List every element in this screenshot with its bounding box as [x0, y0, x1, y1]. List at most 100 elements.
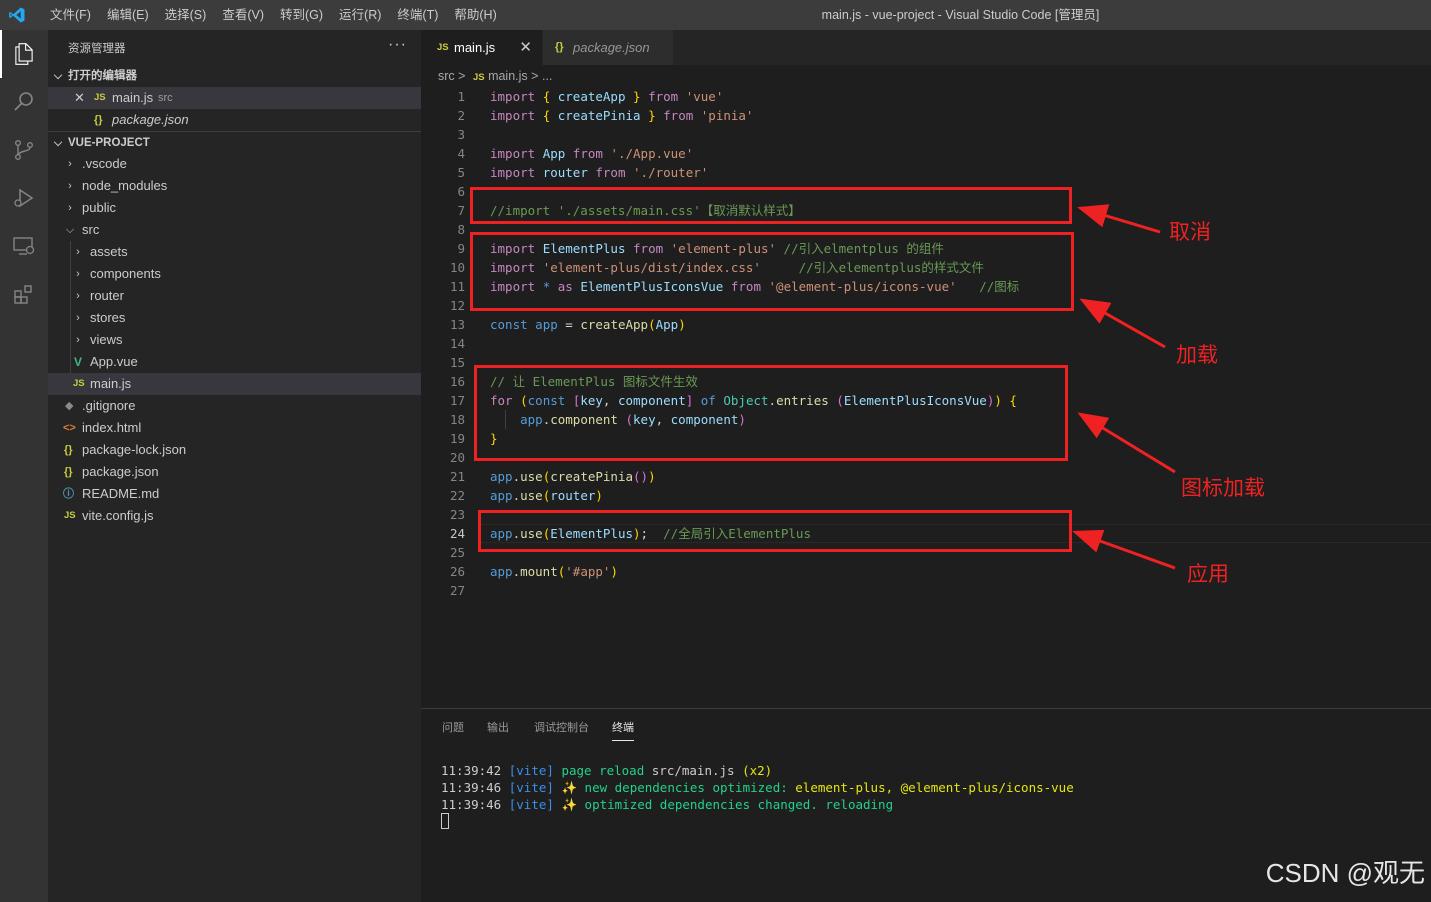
menu-terminal[interactable]: 终端(T): [389, 0, 446, 30]
tree-file-app-vue[interactable]: V App.vue: [48, 351, 421, 373]
annotation-box-icon-load: [474, 365, 1068, 461]
code-line: app.use(createPinia()): [490, 469, 656, 484]
line-number: 15: [449, 355, 465, 370]
vue-file-icon: V: [74, 355, 83, 369]
breadcrumb-tail[interactable]: ...: [542, 69, 552, 83]
search-icon: [14, 92, 33, 111]
open-editor-path: src: [158, 92, 173, 104]
menu-view[interactable]: 查看(V): [214, 0, 272, 30]
chevron-right-icon: ›: [68, 180, 72, 192]
tree-file-readme[interactable]: ⓘ README.md: [48, 483, 421, 505]
tab-terminal[interactable]: 终端: [612, 719, 634, 741]
source-control-button[interactable]: [0, 126, 48, 174]
tree-item-label: App.vue: [90, 354, 138, 369]
js-file-icon: JS: [64, 510, 76, 521]
annotation-box-cancel: [470, 187, 1072, 224]
line-number: 19: [449, 431, 465, 446]
project-title: VUE-PROJECT: [68, 137, 150, 149]
annotation-icon-load: 图标加载: [1181, 477, 1265, 500]
line-number: 10: [449, 260, 465, 275]
terminal-cursor[interactable]: [441, 813, 449, 829]
tab-package-json[interactable]: {} package.json: [543, 30, 673, 65]
explorer-button[interactable]: [0, 30, 48, 78]
code-line: app.use(router): [490, 488, 603, 503]
remote-explorer-button[interactable]: [0, 222, 48, 270]
open-editor-name: main.js: [112, 90, 154, 105]
annotation-box-load: [470, 232, 1074, 311]
open-editor-main-js[interactable]: ✕ JS main.js src: [48, 87, 421, 109]
tree-file-vite-config[interactable]: JS vite.config.js: [48, 505, 421, 527]
menu-goto[interactable]: 转到(G): [272, 0, 331, 30]
tree-folder-node-modules[interactable]: › node_modules: [48, 175, 421, 197]
open-editors-section[interactable]: ⌵ 打开的编辑器: [48, 65, 421, 87]
tree-folder-assets[interactable]: › assets: [48, 241, 421, 263]
annotation-cancel: 取消: [1169, 221, 1211, 244]
tree-file-gitignore[interactable]: ◆ .gitignore: [48, 395, 421, 417]
line-number: 26: [449, 564, 465, 579]
chevron-right-icon: ›: [68, 202, 72, 214]
remote-explorer-icon: [13, 237, 35, 255]
tree-file-package-json[interactable]: {} package.json: [48, 461, 421, 483]
chevron-right-icon: ›: [68, 158, 72, 170]
open-editors-title: 打开的编辑器: [68, 70, 137, 82]
line-number: 22: [449, 488, 465, 503]
breadcrumb-folder[interactable]: src: [438, 69, 455, 83]
code-line: import App from './App.vue': [490, 146, 694, 161]
line-number: 18: [449, 412, 465, 427]
more-actions-icon[interactable]: ···: [388, 36, 407, 54]
code-line: import { createApp } from 'vue': [490, 89, 724, 104]
open-editor-name: package.json: [112, 112, 189, 127]
line-number: 6: [457, 184, 465, 199]
project-section[interactable]: ⌵ VUE-PROJECT: [48, 131, 421, 153]
menu-file[interactable]: 文件(F): [42, 0, 99, 30]
tree-item-label: main.js: [90, 376, 132, 391]
js-file-icon: JS: [94, 92, 106, 103]
line-number: 21: [449, 469, 465, 484]
run-debug-button[interactable]: [0, 174, 48, 222]
watermark: CSDN @观无: [1265, 858, 1425, 888]
tree-folder-src[interactable]: ⌵ src: [48, 219, 421, 241]
open-editor-package-json[interactable]: {} package.json: [48, 109, 421, 131]
close-icon[interactable]: ✕: [519, 30, 532, 65]
line-number: 1: [457, 89, 465, 104]
tree-item-label: index.html: [82, 420, 142, 435]
search-button[interactable]: [0, 78, 48, 126]
editor-tabs: JS main.js ✕ {} package.json: [421, 30, 1431, 65]
tree-file-main-js[interactable]: JS main.js: [48, 373, 421, 395]
tree-item-label: stores: [90, 310, 126, 325]
tab-output[interactable]: 输出: [487, 719, 509, 741]
tab-main-js[interactable]: JS main.js ✕: [421, 30, 542, 65]
tab-label: main.js: [454, 40, 496, 55]
tree-folder-vscode[interactable]: › .vscode: [48, 153, 421, 175]
menu-edit[interactable]: 编辑(E): [99, 0, 157, 30]
menu-help[interactable]: 帮助(H): [446, 0, 504, 30]
breadcrumb-file[interactable]: main.js: [488, 69, 528, 83]
tab-debug-console[interactable]: 调试控制台: [534, 719, 589, 741]
extensions-button[interactable]: [0, 270, 48, 318]
tree-folder-stores[interactable]: › stores: [48, 307, 421, 329]
annotation-load: 加载: [1176, 344, 1218, 367]
tree-file-package-lock-json[interactable]: {} package-lock.json: [48, 439, 421, 461]
menu-run[interactable]: 运行(R): [331, 0, 389, 30]
chevron-right-icon: ›: [76, 334, 80, 346]
html-file-icon: <>: [63, 422, 76, 434]
tree-item-label: views: [90, 332, 123, 347]
line-number: 23: [449, 507, 465, 522]
sidebar-header: 资源管理器 ···: [48, 30, 421, 65]
line-number: 13: [449, 317, 465, 332]
tree-item-label: components: [90, 266, 161, 281]
js-file-icon: JS: [73, 378, 85, 389]
chevron-right-icon: ›: [76, 312, 80, 324]
tree-folder-public[interactable]: › public: [48, 197, 421, 219]
tree-folder-router[interactable]: › router: [48, 285, 421, 307]
tree-item-label: package.json: [82, 464, 159, 479]
terminal-line: 11:39:46 [vite] ✨ optimized dependencies…: [441, 797, 894, 812]
tree-folder-views[interactable]: › views: [48, 329, 421, 351]
menu-selection[interactable]: 选择(S): [157, 0, 215, 30]
tree-item-label: node_modules: [82, 178, 168, 193]
tree-folder-components[interactable]: › components: [48, 263, 421, 285]
json-file-icon: {}: [64, 444, 73, 456]
tree-file-index-html[interactable]: <> index.html: [48, 417, 421, 439]
close-icon[interactable]: ✕: [74, 87, 85, 109]
tab-problems[interactable]: 问题: [442, 719, 464, 741]
